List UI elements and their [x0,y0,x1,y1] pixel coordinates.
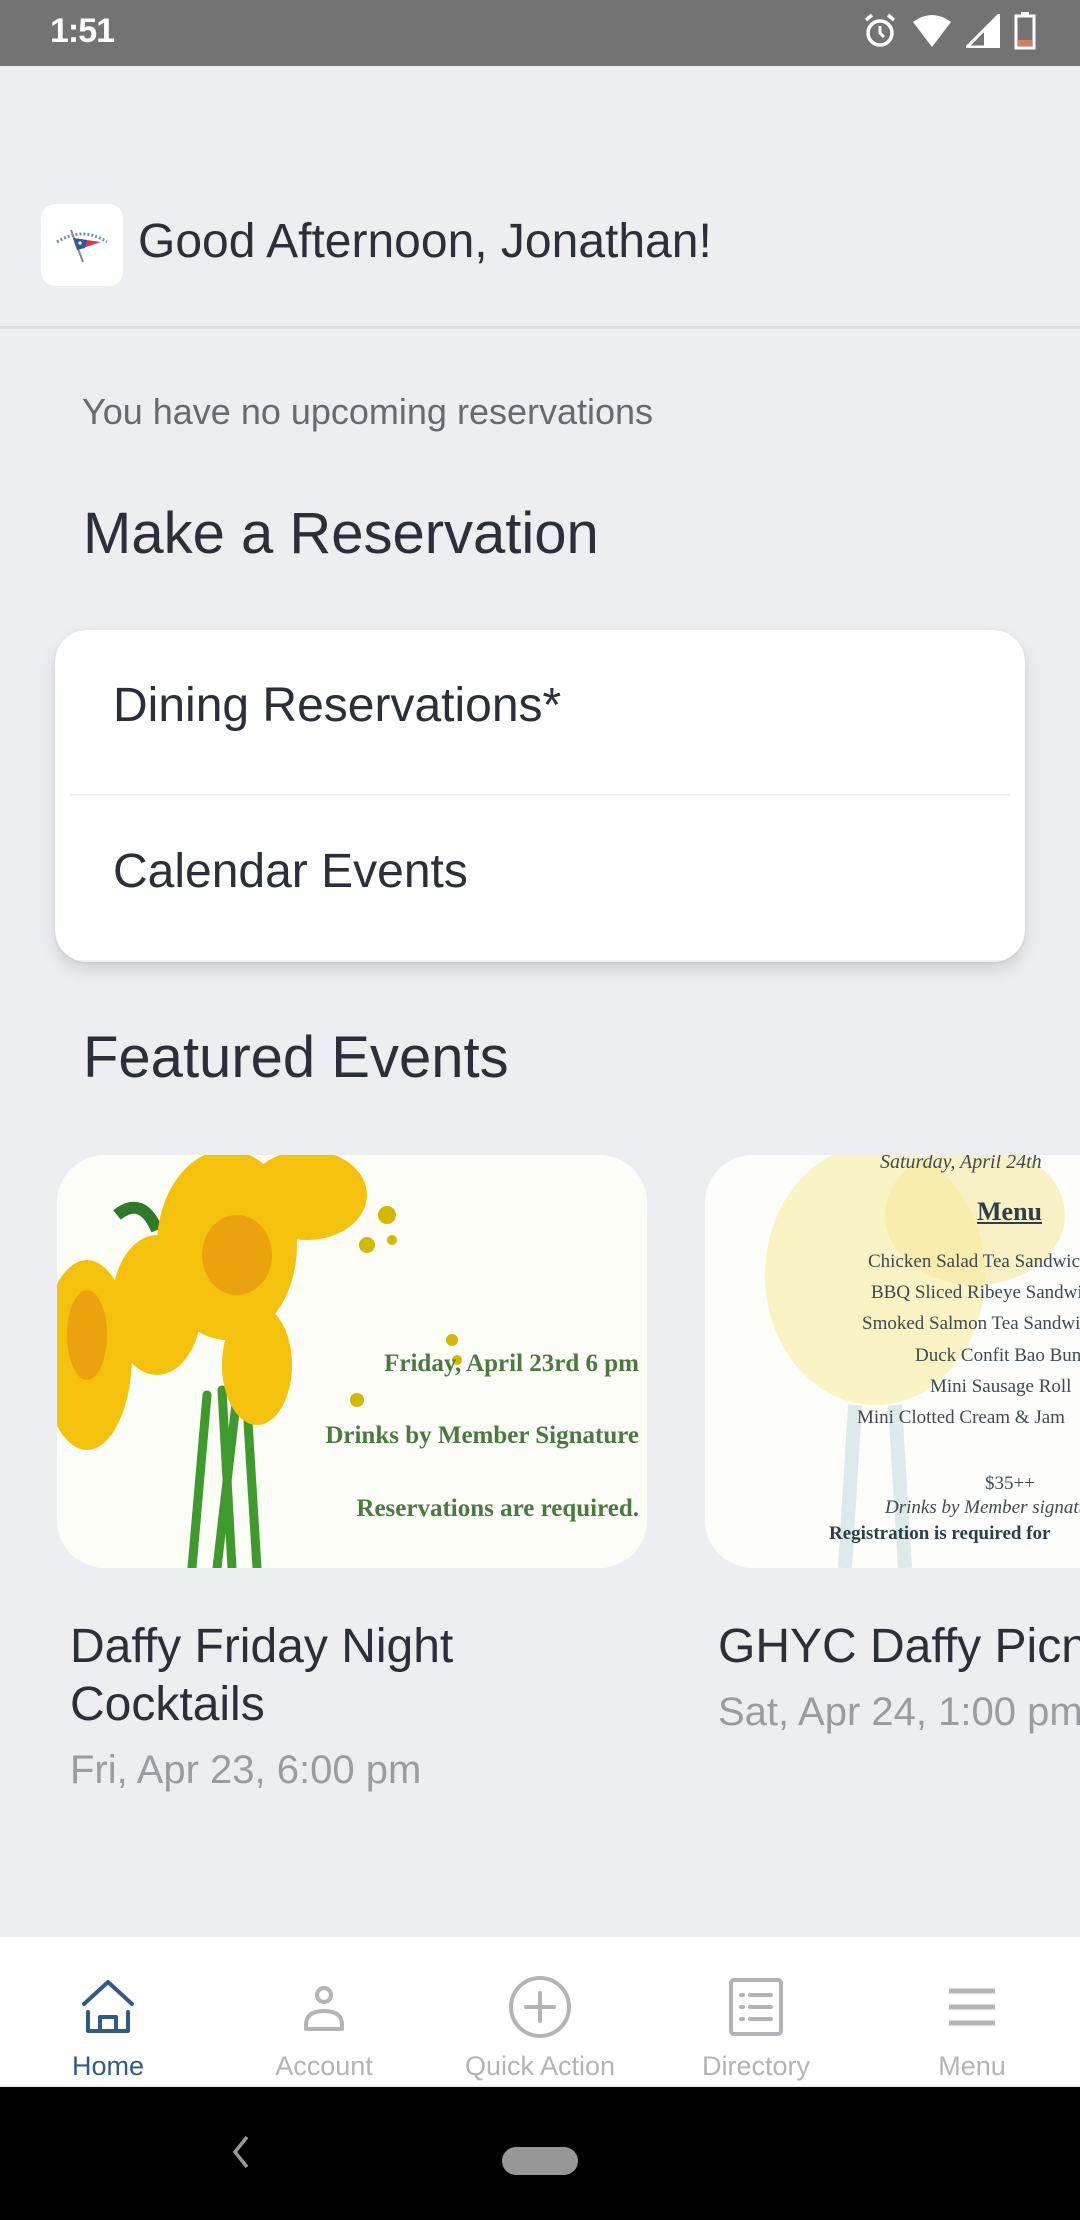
list-document-icon [721,1972,791,2042]
menu-item: Duck Confit Bao Bun [915,1345,1080,1366]
make-reservation-heading: Make a Reservation [83,501,599,566]
event-image-text-reservations: Reservations are required. [356,1495,639,1522]
calendar-events-label: Calendar Events [113,845,468,898]
menu-item: Mini Sausage Roll [930,1376,1072,1397]
dining-reservations-item[interactable]: Dining Reservations* [55,630,1025,796]
greeting-title: Good Afternoon, Jonathan! [138,215,712,268]
event-date: Sat, Apr 24, 1:00 pm [718,1690,1080,1734]
person-icon [289,1972,359,2042]
menu-drinks: Drinks by Member signature [885,1497,1080,1518]
status-bar: 1:51 [0,0,1080,66]
nav-directory[interactable]: Directory [648,1937,864,2085]
featured-events-carousel[interactable]: Friday, April 23rd 6 pm Drinks by Member… [0,1155,1080,1825]
event-image-daffodils: Friday, April 23rd 6 pm Drinks by Member… [57,1155,647,1568]
menu-item: Smoked Salmon Tea Sandwich [862,1313,1080,1334]
nav-menu[interactable]: Menu [864,1937,1080,2085]
system-navigation-bar [0,2087,1080,2220]
event-title: Daffy Friday Night Cocktails [70,1620,454,1731]
menu-price: $35++ [985,1473,1035,1494]
nav-quick-action[interactable]: Quick Action [432,1937,648,2085]
wifi-icon [912,14,952,53]
hamburger-menu-icon [937,1972,1007,2042]
menu-heading: Menu [977,1197,1042,1226]
nav-account[interactable]: Account [216,1937,432,2085]
menu-item: Chicken Salad Tea Sandwich [868,1251,1080,1272]
nav-label-menu: Menu [938,2051,1006,2081]
home-icon [73,1972,143,2042]
nav-label-directory: Directory [701,2051,810,2081]
signal-icon [963,10,1001,53]
header: Good Afternoon, Jonathan! [0,66,1080,329]
event-image-text-date: Friday, April 23rd 6 pm [384,1350,639,1377]
plus-circle-icon [505,1972,575,2042]
battery-low-icon [1014,11,1036,55]
calendar-events-item[interactable]: Calendar Events [55,796,1025,962]
nav-label-quick-action: Quick Action [464,2051,616,2081]
divider [70,960,1010,962]
nav-label-account: Account [275,2051,373,2081]
menu-item: Mini Clotted Cream & Jam [857,1407,1065,1428]
event-image-text-drinks: Drinks by Member Signature [325,1422,639,1449]
event-date: Fri, Apr 23, 6:00 pm [70,1748,422,1792]
event-card[interactable]: Friday, April 23rd 6 pm Drinks by Member… [57,1155,647,1793]
menu-registration: Registration is required for [829,1523,1051,1544]
status-time: 1:51 [50,12,115,50]
nav-home[interactable]: Home [0,1937,216,2085]
back-icon[interactable] [225,2127,255,2177]
no-reservations-message: You have no upcoming reservations [82,391,654,432]
yacht-club-burgee-icon [56,229,108,263]
reservation-options-card: Dining Reservations* Calendar Events [55,630,1025,962]
nav-label-home: Home [71,2051,145,2081]
home-pill-button[interactable] [502,2147,578,2175]
menu-item: BBQ Sliced Ribeye Sandwich [871,1282,1080,1303]
event-card[interactable]: Saturday, April 24th Menu Chicken Salad … [705,1155,1080,1735]
alarm-icon [862,12,898,55]
dining-reservations-label: Dining Reservations* [113,679,562,732]
club-logo[interactable] [41,204,123,286]
menu-date: Saturday, April 24th [880,1155,1042,1173]
event-image-menu: Saturday, April 24th Menu Chicken Salad … [705,1155,1080,1568]
event-title: GHYC Daffy Picnic [718,1620,1080,1673]
status-icons [862,10,1036,55]
featured-events-heading: Featured Events [83,1025,509,1090]
bottom-navigation: Home Account Quick Action Directory Menu [0,1937,1080,2085]
